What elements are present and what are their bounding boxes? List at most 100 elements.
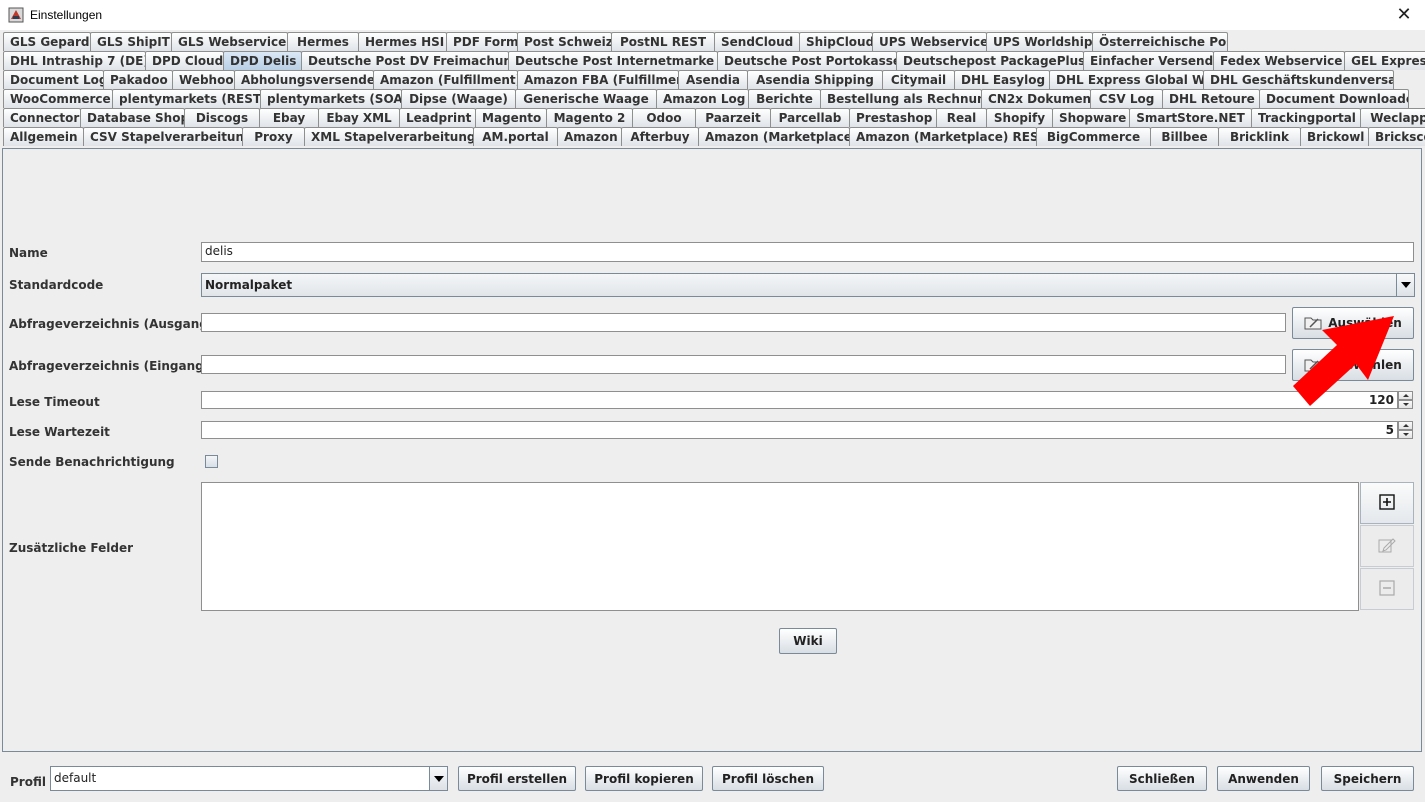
tab-dipse-waage[interactable]: Dipse (Waage) — [401, 89, 516, 108]
tab-amazon-fba-fulfillment[interactable]: Amazon FBA (Fulfillment) — [517, 70, 679, 89]
tab-amazon-marketplace[interactable]: Amazon (Marketplace) — [698, 127, 850, 146]
tab-einfacher-versender[interactable]: Einfacher Versender — [1083, 51, 1214, 70]
tab-amazon-marketplace-rest[interactable]: Amazon (Marketplace) REST — [849, 127, 1037, 146]
tab-ebay[interactable]: Ebay — [259, 108, 319, 127]
tab-dhl-express-global-ws[interactable]: DHL Express Global WS — [1049, 70, 1204, 89]
tab-csv-log[interactable]: CSV Log — [1090, 89, 1163, 108]
spinner-up-icon[interactable] — [1398, 421, 1413, 430]
spinner-down-icon[interactable] — [1398, 430, 1413, 439]
tab-deutsche-post-dv-freimachung[interactable]: Deutsche Post DV Freimachung — [301, 51, 509, 70]
tab-cn2x-dokument[interactable]: CN2x Dokument — [981, 89, 1091, 108]
zusaetzliche-felder-list[interactable] — [201, 482, 1359, 611]
tab-dhl-retoure[interactable]: DHL Retoure — [1162, 89, 1260, 108]
tab-pakadoo[interactable]: Pakadoo — [103, 70, 173, 89]
tab-xml-stapelverarbeitung[interactable]: XML Stapelverarbeitung — [304, 127, 474, 146]
anwenden-button[interactable]: Anwenden — [1217, 766, 1310, 791]
tab-bestellung-als-rechnung[interactable]: Bestellung als Rechnung — [820, 89, 982, 108]
ausgang-directory-field[interactable] — [201, 313, 1286, 332]
tab-post-schweiz[interactable]: Post Schweiz — [517, 32, 612, 51]
tab-shipcloud[interactable]: ShipCloud — [799, 32, 873, 51]
tab-amazon-fulfillment[interactable]: Amazon (Fulfillment) — [373, 70, 518, 89]
tab-asendia[interactable]: Asendia — [678, 70, 748, 89]
tab-discogs[interactable]: Discogs — [184, 108, 260, 127]
tab-sendcloud[interactable]: SendCloud — [714, 32, 800, 51]
tab-dhl-intraship-7-de[interactable]: DHL Intraship 7 (DE) — [3, 51, 146, 70]
tab-ebay-xml[interactable]: Ebay XML — [318, 108, 400, 127]
spinner-down-icon[interactable] — [1398, 400, 1413, 409]
profil-erstellen-button[interactable]: Profil erstellen — [458, 766, 576, 791]
tab-shopware[interactable]: Shopware — [1052, 108, 1130, 127]
tab-berichte[interactable]: Berichte — [748, 89, 821, 108]
tab-allgemein[interactable]: Allgemein — [3, 127, 84, 146]
sende-benachrichtigung-checkbox[interactable] — [205, 455, 218, 468]
tab-odoo[interactable]: Odoo — [632, 108, 696, 127]
tab-connector[interactable]: Connector — [3, 108, 81, 127]
tab-woocommerce[interactable]: WooCommerce — [3, 89, 113, 108]
tab-plentymarkets-soap[interactable]: plentymarkets (SOAP) — [260, 89, 402, 108]
eingang-directory-field[interactable] — [201, 355, 1286, 374]
tab-citymail[interactable]: Citymail — [882, 70, 955, 89]
tab-magento[interactable]: Magento — [475, 108, 547, 127]
tab-fedex-webservice[interactable]: Fedex Webservice — [1213, 51, 1345, 70]
tab-hermes[interactable]: Hermes — [287, 32, 359, 51]
tab-gls-webservice[interactable]: GLS Webservice — [171, 32, 288, 51]
tab-gls-gepard[interactable]: GLS Gepard — [3, 32, 91, 51]
tab-deutsche-post-portokasse[interactable]: Deutsche Post Portokasse — [717, 51, 897, 70]
lese-wartezeit-spinner[interactable]: 5 — [201, 421, 1413, 439]
spinner-buttons[interactable] — [1398, 421, 1413, 439]
tab-plentymarkets-rest[interactable]: plentymarkets (REST) — [112, 89, 261, 108]
tab-asendia-shipping[interactable]: Asendia Shipping — [747, 70, 883, 89]
tab-hermes-hsi[interactable]: Hermes HSI — [358, 32, 447, 51]
ausgang-select-button[interactable]: Auswählen — [1292, 307, 1414, 339]
tab-proxy[interactable]: Proxy — [242, 127, 305, 146]
profil-kopieren-button[interactable]: Profil kopieren — [585, 766, 703, 791]
tab-parcellab[interactable]: Parcellab — [770, 108, 850, 127]
tab-smartstore-net[interactable]: SmartStore.NET — [1129, 108, 1252, 127]
tab-generische-waage[interactable]: Generische Waage — [515, 89, 657, 108]
tab-paarzeit[interactable]: Paarzeit — [695, 108, 771, 127]
tab-database-shop[interactable]: Database Shop — [80, 108, 185, 127]
tab-weclapp[interactable]: Weclapp — [1360, 108, 1425, 127]
tab-ups-webservice[interactable]: UPS Webservice — [872, 32, 987, 51]
eingang-select-button[interactable]: Auswählen — [1292, 349, 1414, 381]
tab-gel-express[interactable]: GEL Express — [1344, 51, 1425, 70]
tab-prestashop[interactable]: Prestashop — [849, 108, 937, 127]
tab-dhl-easylog[interactable]: DHL Easylog — [954, 70, 1050, 89]
tab-österreichische-post[interactable]: Österreichische Post — [1092, 32, 1228, 51]
remove-field-button[interactable] — [1360, 568, 1414, 610]
tab-abholungsversender[interactable]: Abholungsversender — [234, 70, 374, 89]
profil-loeschen-button[interactable]: Profil löschen — [712, 766, 824, 791]
tab-brickowl[interactable]: Brickowl — [1300, 127, 1369, 146]
tab-real[interactable]: Real — [936, 108, 987, 127]
chevron-down-icon[interactable] — [1396, 274, 1414, 296]
tab-magento-2[interactable]: Magento 2 — [546, 108, 633, 127]
tab-billbee[interactable]: Billbee — [1150, 127, 1219, 146]
tab-amazon[interactable]: Amazon — [557, 127, 622, 146]
name-field[interactable]: delis — [201, 242, 1414, 262]
chevron-down-icon[interactable] — [429, 767, 447, 790]
tab-document-log[interactable]: Document Log — [3, 70, 104, 89]
lese-timeout-spinner[interactable]: 120 — [201, 391, 1413, 409]
wiki-button[interactable]: Wiki — [779, 628, 837, 654]
tab-gls-shipit[interactable]: GLS ShipIT — [90, 32, 172, 51]
tab-document-downloader[interactable]: Document Downloader — [1259, 89, 1409, 108]
tab-afterbuy[interactable]: Afterbuy — [621, 127, 699, 146]
tab-shopify[interactable]: Shopify — [986, 108, 1053, 127]
spinner-up-icon[interactable] — [1398, 391, 1413, 400]
tab-dpd-cloud[interactable]: DPD Cloud — [145, 51, 224, 70]
spinner-buttons[interactable] — [1398, 391, 1413, 409]
tab-pdf-form[interactable]: PDF Form — [446, 32, 518, 51]
close-icon[interactable]: ✕ — [1393, 4, 1415, 26]
tab-csv-stapelverarbeitung[interactable]: CSV Stapelverarbeitung — [83, 127, 243, 146]
tab-bigcommerce[interactable]: BigCommerce — [1036, 127, 1151, 146]
tab-webhook[interactable]: Webhook — [172, 70, 235, 89]
tab-dhl-geschäftskundenversand[interactable]: DHL Geschäftskundenversand — [1203, 70, 1394, 89]
standardcode-select[interactable]: Normalpaket — [201, 273, 1415, 297]
tab-dpd-delis[interactable]: DPD Delis — [223, 51, 302, 70]
speichern-button[interactable]: Speichern — [1321, 766, 1414, 791]
tab-ups-worldship[interactable]: UPS Worldship — [986, 32, 1093, 51]
schliessen-button[interactable]: Schließen — [1117, 766, 1207, 791]
tab-brickscout[interactable]: Brickscout — [1368, 127, 1425, 146]
edit-field-button[interactable] — [1360, 525, 1414, 567]
tab-deutsche-post-internetmarke[interactable]: Deutsche Post Internetmarke — [508, 51, 718, 70]
